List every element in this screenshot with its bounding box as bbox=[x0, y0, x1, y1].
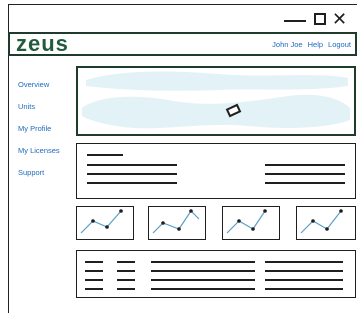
minimize-icon[interactable] bbox=[284, 19, 306, 23]
map-illustration bbox=[82, 71, 350, 129]
summary-panel bbox=[76, 143, 356, 199]
line-chart-icon bbox=[152, 209, 200, 234]
summary-value-line bbox=[265, 173, 345, 175]
data-table-panel bbox=[76, 250, 356, 298]
summary-text-line bbox=[87, 173, 177, 175]
summary-heading-line bbox=[87, 154, 123, 156]
summary-value-line bbox=[265, 164, 345, 166]
mini-chart-card[interactable] bbox=[148, 206, 206, 240]
help-link[interactable]: Help bbox=[308, 40, 323, 49]
table-cell-line bbox=[117, 270, 135, 272]
sidebar-nav: Overview Units My Profile My Licenses Su… bbox=[18, 80, 76, 177]
table-cell-line bbox=[151, 261, 255, 263]
sidebar-item-units[interactable]: Units bbox=[18, 102, 76, 111]
table-cell-line bbox=[265, 288, 343, 290]
table-cell-line bbox=[151, 270, 255, 272]
line-chart-icon bbox=[300, 209, 343, 234]
mini-chart-card[interactable] bbox=[296, 206, 356, 240]
zeus-logo[interactable]: zeus bbox=[16, 33, 69, 55]
table-cell-line bbox=[117, 261, 135, 263]
table-cell-line bbox=[117, 288, 135, 290]
logout-link[interactable]: Logout bbox=[328, 40, 351, 49]
map-panel[interactable] bbox=[76, 66, 356, 136]
summary-text-line bbox=[87, 164, 177, 166]
table-cell-line bbox=[117, 279, 135, 281]
table-cell-line bbox=[85, 279, 103, 281]
user-name-link[interactable]: John Joe bbox=[272, 40, 302, 49]
table-cell-line bbox=[265, 279, 343, 281]
table-cell-line bbox=[85, 270, 103, 272]
sidebar-item-overview[interactable]: Overview bbox=[18, 80, 76, 89]
table-cell-line bbox=[265, 261, 343, 263]
summary-value-line bbox=[265, 182, 345, 184]
header-links: John Joe Help Logout bbox=[272, 40, 351, 49]
summary-text-line bbox=[87, 182, 177, 184]
line-chart-icon bbox=[226, 209, 267, 234]
table-cell-line bbox=[85, 261, 103, 263]
maximize-icon[interactable] bbox=[314, 13, 326, 25]
close-icon[interactable]: ✕ bbox=[332, 10, 347, 28]
sidebar-item-my-licenses[interactable]: My Licenses bbox=[18, 146, 76, 155]
window-controls: ✕ bbox=[284, 8, 347, 30]
table-cell-line bbox=[151, 279, 255, 281]
sidebar-item-my-profile[interactable]: My Profile bbox=[18, 124, 76, 133]
mini-chart-card[interactable] bbox=[222, 206, 280, 240]
map-water-region-bottom bbox=[82, 94, 350, 129]
table-cell-line bbox=[151, 288, 255, 290]
sidebar-item-support[interactable]: Support bbox=[18, 168, 76, 177]
table-cell-line bbox=[85, 288, 103, 290]
line-chart-icon bbox=[80, 209, 123, 234]
table-cell-line bbox=[265, 270, 343, 272]
top-header: zeus John Joe Help Logout bbox=[8, 32, 357, 56]
mini-chart-card[interactable] bbox=[76, 206, 134, 240]
map-water-region-top bbox=[86, 71, 348, 91]
